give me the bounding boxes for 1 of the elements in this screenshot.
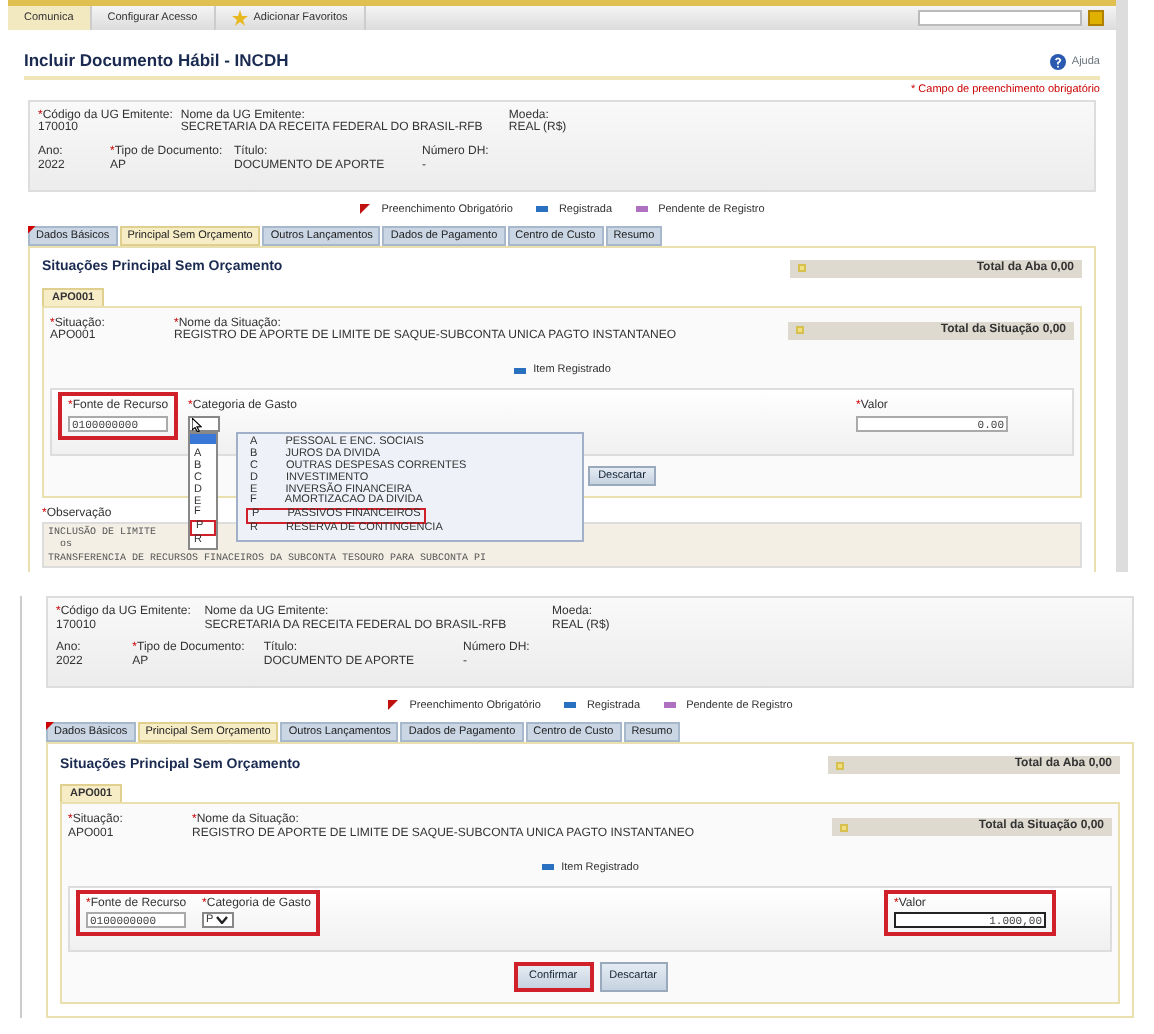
page-title: Incluir Documento Hábil - INCDH — [24, 52, 289, 72]
